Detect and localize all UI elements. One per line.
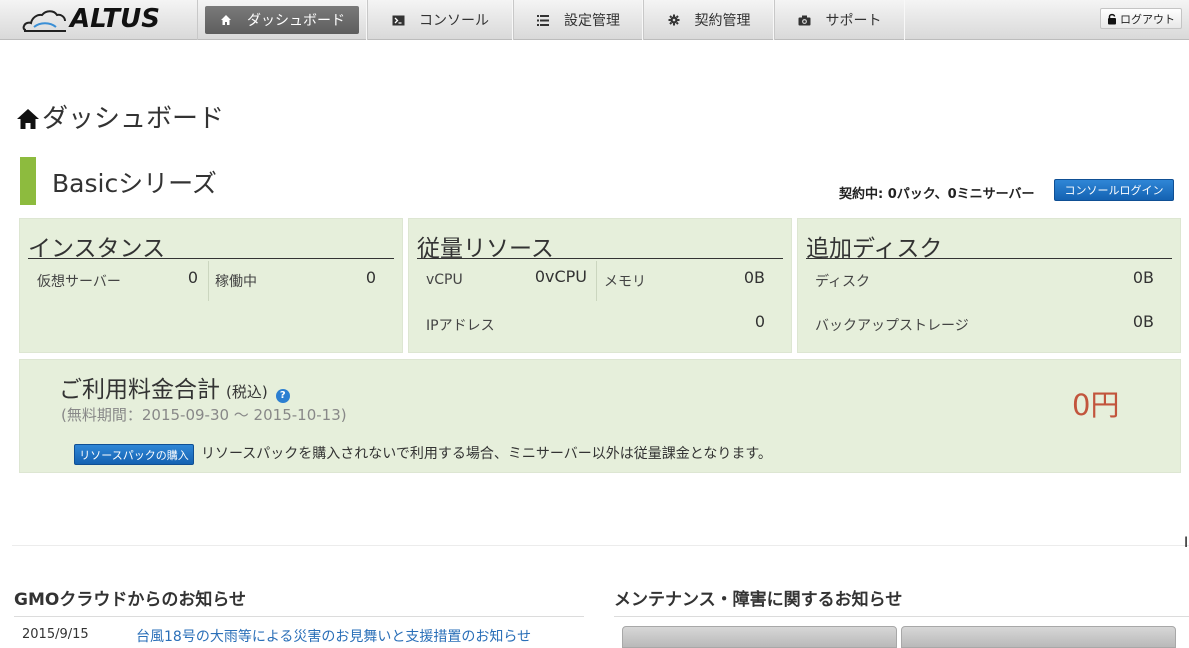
instance-panel: インスタンス 仮想サーバー 0 稼働中 0 (19, 218, 403, 353)
nav-dashboard-label: ダッシュボード (247, 13, 345, 29)
nav-contract[interactable]: 契約管理 (643, 0, 774, 40)
terminal-icon (391, 13, 405, 27)
running-value: 0 (365, 268, 376, 287)
page-title: ダッシュボード (16, 98, 224, 135)
billing-note: リソースパックを購入されないで利用する場合、ミニサーバー以外は従量課金となります… (201, 446, 772, 462)
billing-title: ご利用料金合計 (税込) ? (59, 370, 290, 404)
nav-contract-label: 契約管理 (694, 13, 751, 29)
memory-value: 0B (743, 268, 765, 287)
news-divider (14, 616, 584, 617)
nav-dashboard-active-pill: ダッシュボード (205, 6, 359, 34)
camera-icon (798, 13, 812, 27)
instance-divider (208, 261, 209, 301)
home-icon (219, 13, 233, 27)
instance-panel-title: インスタンス (28, 229, 394, 262)
logout-button[interactable]: ログアウト (1100, 8, 1182, 29)
logo-text: ALTUS (70, 4, 160, 34)
console-login-button[interactable]: コンソールログイン (1054, 179, 1174, 201)
gear-icon (667, 13, 681, 27)
virtual-server-label: 仮想サーバー (37, 274, 121, 290)
billing-amount: 0円 (1072, 388, 1120, 422)
metered-divider (596, 261, 597, 301)
disk-panel-title: 追加ディスク (806, 229, 1172, 262)
buy-resource-pack-button[interactable]: リソースパックの購入 (74, 444, 194, 465)
backup-storage-label: バックアップストレージ (815, 318, 969, 334)
nav-settings[interactable]: 設定管理 (513, 0, 643, 40)
virtual-server-value: 0 (187, 268, 198, 287)
altus-logo[interactable]: ALTUS (22, 2, 160, 36)
help-icon[interactable]: ? (275, 388, 290, 403)
nav-console[interactable]: コンソール (367, 0, 513, 40)
billing-panel: ご利用料金合計 (税込) ? (無料期間：2015-09-30 〜 2015-1… (19, 359, 1181, 473)
maintenance-divider (614, 616, 1189, 617)
vcpu-label: vCPU (426, 272, 463, 288)
series-title: Basicシリーズ (52, 169, 217, 198)
cloud-logo-icon (22, 10, 66, 32)
news-section-title: GMOクラウドからのお知らせ (14, 590, 246, 610)
contract-status: 契約中: 0パック、0ミニサーバー (839, 187, 1035, 202)
nav-console-label: コンソール (419, 13, 489, 29)
metered-resources-panel: 従量リソース vCPU 0vCPU メモリ 0B IPアドレス 0 (408, 218, 792, 353)
nav-dashboard[interactable]: ダッシュボード (197, 0, 367, 40)
top-navigation-bar: ALTUS ダッシュボード コンソール 設定管理 契約管理 サポート ログアウト (0, 0, 1189, 40)
metered-panel-title: 従量リソース (417, 229, 783, 262)
text-cursor-icon: I (1184, 535, 1189, 551)
vcpu-value: 0vCPU (534, 267, 587, 286)
home-icon (17, 108, 39, 129)
nav-settings-label: 設定管理 (564, 13, 620, 29)
section-divider (12, 545, 1189, 546)
maintenance-section-title: メンテナンス・障害に関するお知らせ (614, 590, 903, 610)
ip-address-value: 0 (754, 312, 765, 331)
news-item-date: 2015/9/15 (22, 627, 89, 642)
main-nav: ダッシュボード コンソール 設定管理 契約管理 サポート (197, 0, 905, 40)
nav-support-label: サポート (825, 13, 882, 29)
free-period: (無料期間：2015-09-30 〜 2015-10-13) (61, 406, 347, 424)
series-accent-bar (20, 157, 36, 205)
ip-address-label: IPアドレス (426, 318, 495, 334)
page-title-text: ダッシュボード (42, 104, 225, 134)
additional-disk-panel: 追加ディスク ディスク 0B バックアップストレージ 0B (797, 218, 1181, 353)
disk-label: ディスク (815, 274, 871, 290)
disk-value: 0B (1132, 268, 1154, 287)
billing-title-text: ご利用料金合計 (59, 377, 220, 403)
tax-note: (税込) (226, 383, 268, 401)
running-label: 稼働中 (215, 274, 257, 290)
backup-storage-value: 0B (1132, 312, 1154, 331)
memory-label: メモリ (604, 274, 646, 290)
lock-icon (1108, 13, 1116, 24)
news-item-link[interactable]: 台風18号の大雨等による災害のお見舞いと支援措置のお知らせ (136, 626, 531, 646)
list-icon (536, 13, 550, 27)
logout-label: ログアウト (1120, 12, 1175, 26)
nav-support[interactable]: サポート (774, 0, 905, 40)
